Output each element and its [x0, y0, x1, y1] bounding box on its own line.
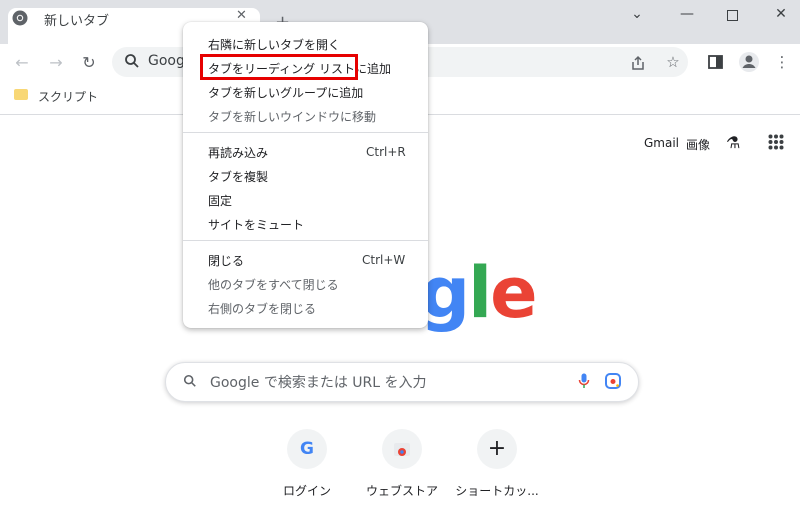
chrome-logo-icon — [12, 10, 28, 26]
labs-flask-icon[interactable]: ⚗ — [726, 133, 740, 152]
menu-item-reload[interactable]: 再読み込み — [208, 144, 268, 161]
menu-item-add-to-group[interactable]: タブを新しいグループに追加 — [208, 84, 363, 101]
reload-icon[interactable]: ↻ — [78, 52, 100, 74]
google-g-icon: G — [300, 439, 314, 459]
side-panel-icon[interactable] — [708, 55, 723, 69]
profile-icon[interactable] — [738, 51, 760, 73]
mic-icon[interactable] — [578, 373, 590, 389]
share-icon[interactable] — [630, 55, 646, 71]
menu-item-open-tab-right[interactable]: 右隣に新しいタブを開く — [208, 36, 340, 53]
folder-icon — [14, 89, 28, 100]
search-icon — [183, 374, 196, 387]
menu-item-close[interactable]: 閉じる — [208, 252, 244, 269]
shortcut-label[interactable]: ログイン — [262, 482, 352, 499]
shortcut-login[interactable]: G — [287, 429, 327, 469]
window-close-icon[interactable]: ✕ — [766, 6, 796, 26]
images-link[interactable]: 画像 — [686, 136, 710, 153]
menu-separator — [183, 132, 428, 133]
plus-icon: + — [487, 436, 507, 461]
reload-shortcut: Ctrl+R — [366, 145, 406, 159]
lens-icon[interactable] — [605, 373, 621, 389]
logo-letter-l: l — [468, 252, 492, 334]
menu-icon[interactable]: ⋮ — [772, 52, 792, 72]
star-icon[interactable]: ☆ — [663, 52, 683, 72]
close-shortcut: Ctrl+W — [362, 253, 406, 267]
menu-separator — [183, 240, 428, 241]
bookmark-item[interactable]: スクリプト — [38, 88, 98, 105]
apps-grid-icon[interactable] — [768, 134, 784, 150]
menu-item-move-to-window: タブを新しいウインドウに移動 — [208, 110, 377, 124]
webstore-icon — [394, 443, 410, 456]
menu-item-close-other-tabs: 他のタブをすべて閉じる — [208, 278, 339, 292]
search-icon — [125, 54, 139, 68]
logo-letter-e: e — [490, 252, 538, 334]
window-restore-icon[interactable] — [727, 10, 738, 21]
address-text[interactable]: Goog — [148, 53, 185, 69]
google-logo: gle — [420, 248, 538, 338]
forward-arrow-icon[interactable]: → — [45, 52, 67, 74]
shortcut-label[interactable]: ウェブストア — [357, 482, 447, 499]
highlight-box — [200, 54, 358, 80]
add-shortcut-button[interactable]: + — [477, 429, 517, 469]
tab-title: 新しいタブ — [44, 14, 110, 29]
menu-item-mute-site[interactable]: サイトをミュート — [208, 216, 304, 233]
shortcut-webstore[interactable] — [382, 429, 422, 469]
shortcut-label[interactable]: ショートカッ... — [452, 482, 542, 499]
gmail-link[interactable]: Gmail — [644, 136, 679, 150]
menu-item-duplicate[interactable]: タブを複製 — [208, 168, 268, 185]
back-arrow-icon[interactable]: ← — [11, 52, 33, 74]
maximize-icon[interactable]: — — [672, 6, 702, 26]
menu-item-close-tabs-right: 右側のタブを閉じる — [208, 302, 317, 316]
menu-item-pin[interactable]: 固定 — [208, 192, 232, 209]
search-placeholder[interactable]: Google で検索または URL を入力 — [210, 372, 427, 392]
minimize-icon[interactable]: ⌄ — [622, 6, 652, 26]
close-icon[interactable]: ✕ — [236, 8, 247, 23]
